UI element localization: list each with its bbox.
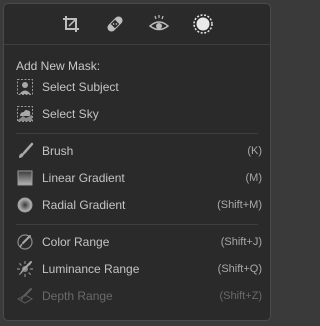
menu-heading: Add New Mask: (16, 59, 101, 73)
healing-tool-icon[interactable] (103, 12, 127, 36)
depth-range-icon (15, 286, 35, 306)
tool-strip (4, 4, 270, 44)
section-separator (16, 224, 258, 225)
select-subject-icon (15, 77, 35, 97)
linear-gradient-item[interactable]: Linear Gradient (M) (15, 167, 262, 189)
depth-range-item: Depth Range (Shift+Z) (15, 285, 262, 307)
brush-item[interactable]: Brush (K) (15, 140, 262, 162)
luminance-range-icon (15, 259, 35, 279)
crop-tool-icon[interactable] (59, 12, 83, 36)
section-separator (16, 133, 258, 134)
select-subject-item[interactable]: Select Subject (15, 76, 262, 98)
toolbar-divider (4, 44, 270, 45)
color-range-item[interactable]: Color Range (Shift+J) (15, 231, 262, 253)
redeye-tool-icon[interactable] (147, 12, 171, 36)
linear-gradient-icon (15, 168, 35, 188)
radial-gradient-item[interactable]: Radial Gradient (Shift+M) (15, 194, 262, 216)
luminance-range-item[interactable]: Luminance Range (Shift+Q) (15, 258, 262, 280)
add-mask-panel: Add New Mask: Select Subject Select Sky (3, 3, 271, 321)
select-sky-item[interactable]: Select Sky (15, 103, 262, 125)
masking-tool-icon[interactable] (191, 12, 215, 36)
select-sky-icon (15, 104, 35, 124)
brush-icon (15, 141, 35, 161)
color-range-icon (15, 232, 35, 252)
radial-gradient-icon (15, 195, 35, 215)
